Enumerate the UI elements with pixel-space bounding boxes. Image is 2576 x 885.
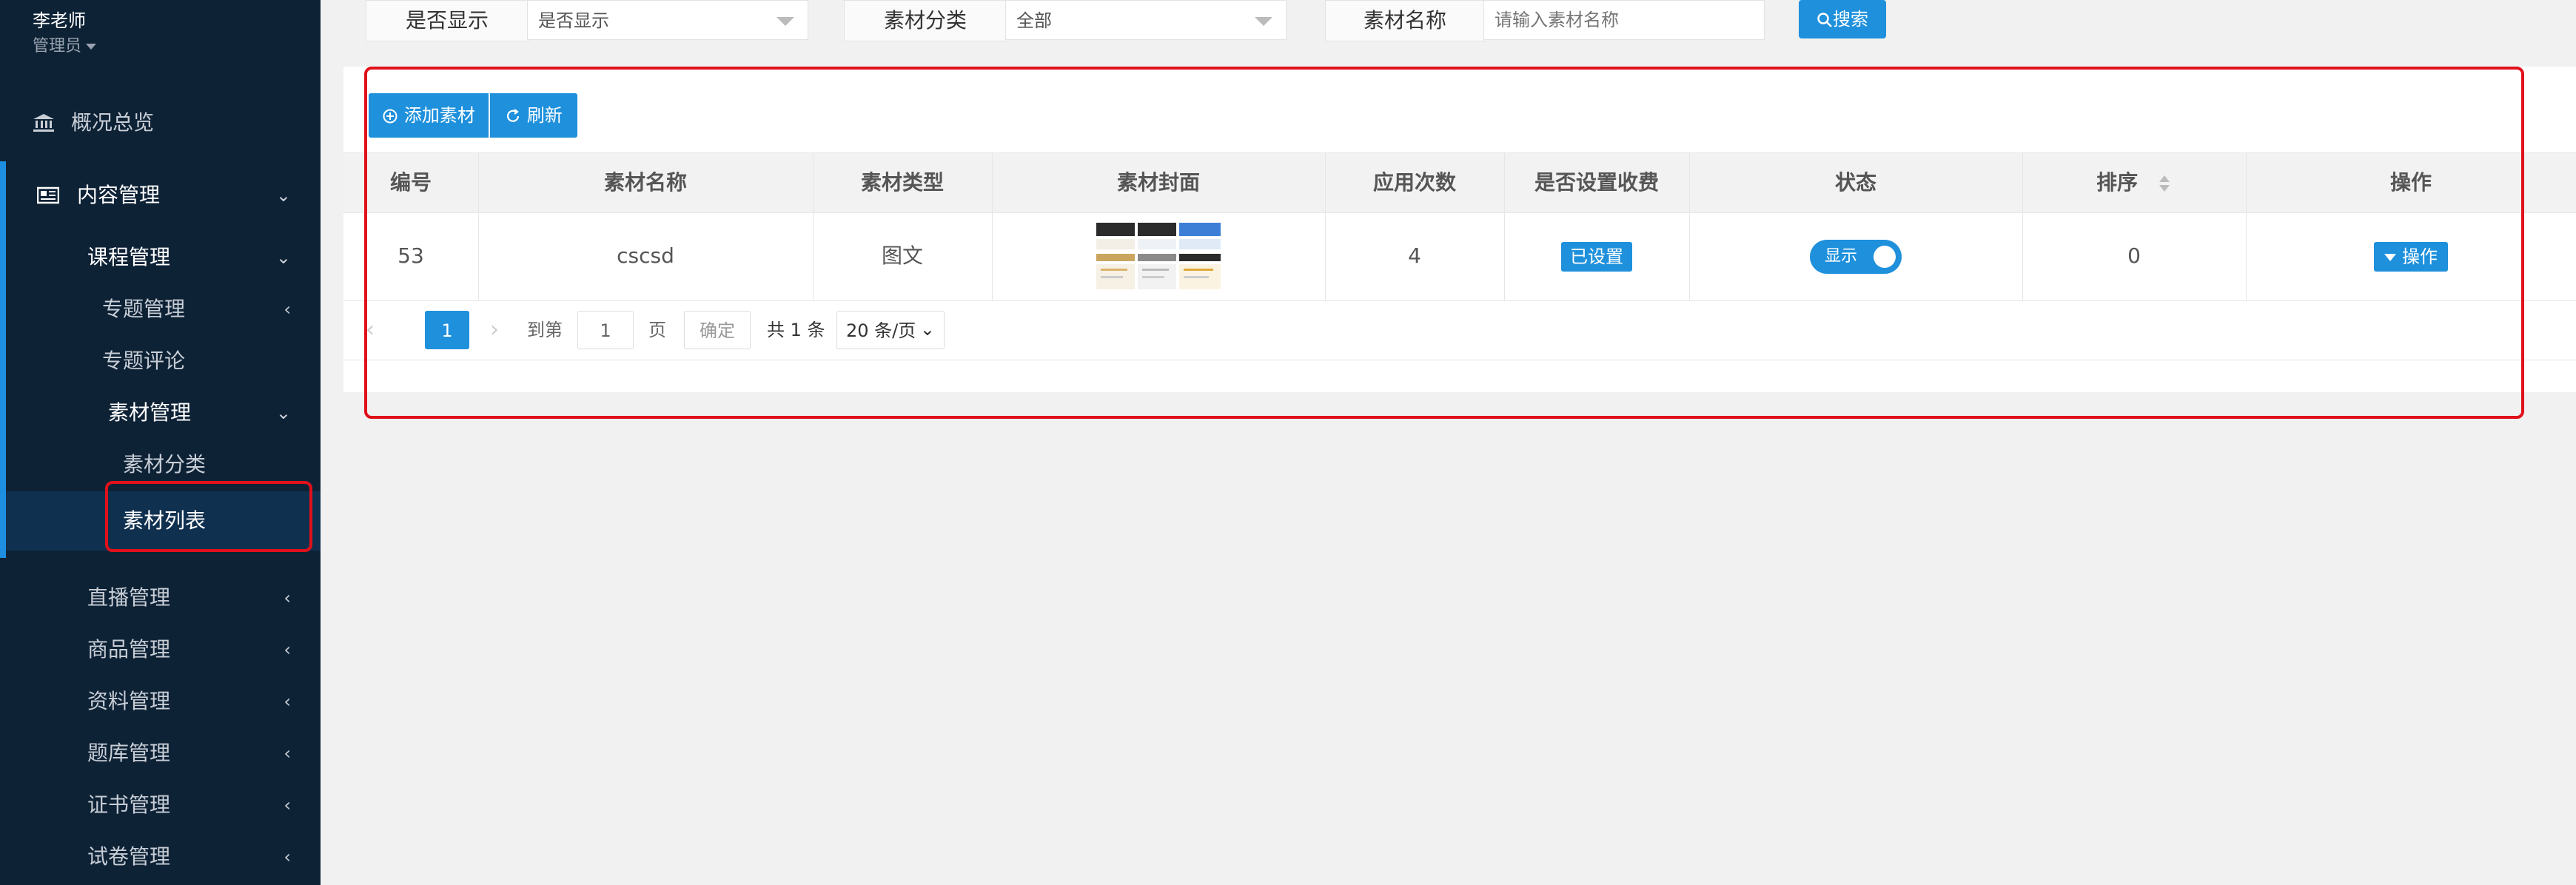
sidebar-item-exams[interactable]: 试卷管理 ‹: [0, 835, 321, 879]
chevron-left-icon: ‹: [284, 639, 291, 660]
sidebar-item-label: 题库管理: [87, 741, 171, 765]
sidebar-item-overview[interactable]: 概况总览: [0, 101, 321, 145]
dropdown-arrow-icon: [1255, 17, 1272, 26]
sidebar-item-label: 素材分类: [123, 452, 207, 477]
sidebar-item-course[interactable]: 课程管理 ⌄: [0, 235, 321, 280]
user-role-label: 管理员: [33, 37, 82, 55]
sidebar-item-products[interactable]: 商品管理 ‹: [0, 627, 321, 672]
sidebar-item-label: 课程管理: [87, 245, 171, 269]
sidebar-item-material-categories[interactable]: 素材分类: [0, 442, 321, 487]
search-button[interactable]: 搜索: [1799, 0, 1886, 38]
chevron-left-icon: ‹: [284, 588, 291, 608]
category-filter-value: 全部: [1016, 10, 1052, 31]
sidebar-item-label: 证书管理: [87, 793, 171, 817]
sidebar: 李老师 管理员 概况总览 内容管理 ⌄ 课程管理 ⌄ 专题管理 ‹ 专题评论 素…: [0, 0, 321, 885]
sidebar-item-topics[interactable]: 专题管理 ‹: [0, 287, 321, 332]
selected-item-indicator: [0, 491, 6, 558]
sidebar-item-label: 内容管理: [77, 183, 161, 207]
sidebar-item-label: 商品管理: [87, 637, 171, 662]
chevron-left-icon: ‹: [284, 795, 291, 815]
sidebar-item-materials[interactable]: 素材管理 ⌄: [0, 391, 321, 435]
sidebar-item-label: 素材管理: [108, 400, 192, 425]
search-icon: [1817, 13, 1832, 27]
sidebar-item-label: 专题管理: [102, 297, 186, 321]
chevron-left-icon: ‹: [284, 299, 291, 320]
chevron-left-icon: ‹: [284, 691, 291, 712]
name-filter-label: 素材名称: [1325, 0, 1485, 41]
chevron-down-icon: ⌄: [275, 403, 291, 423]
bank-icon: [33, 114, 54, 132]
sidebar-item-content[interactable]: 内容管理 ⌄: [0, 173, 321, 218]
material-name-input[interactable]: [1483, 0, 1765, 40]
chevron-down-icon: ⌄: [275, 247, 291, 268]
user-name: 李老师: [33, 10, 86, 31]
sidebar-item-topic-comments[interactable]: 专题评论: [0, 339, 321, 383]
sidebar-item-live[interactable]: 直播管理 ‹: [0, 576, 321, 620]
display-filter-select[interactable]: 是否显示: [527, 0, 808, 40]
chevron-down-icon: ⌄: [275, 185, 291, 206]
sidebar-item-label: 资料管理: [87, 689, 171, 713]
sidebar-item-label: 概况总览: [71, 110, 155, 135]
display-filter-label: 是否显示: [366, 0, 529, 41]
highlight-box-material-table: [364, 67, 2524, 419]
sidebar-item-question-bank[interactable]: 题库管理 ‹: [0, 731, 321, 775]
dropdown-arrow-icon: [777, 17, 794, 26]
chevron-left-icon: ‹: [284, 743, 291, 764]
newspaper-icon: [37, 186, 59, 204]
chevron-left-icon: ‹: [284, 847, 291, 867]
display-filter-value: 是否显示: [538, 10, 609, 31]
search-button-label: 搜索: [1833, 9, 1868, 30]
sidebar-item-label: 专题评论: [102, 349, 186, 373]
sidebar-item-label: 直播管理: [87, 585, 171, 610]
caret-down-icon: [86, 44, 97, 50]
user-role-dropdown[interactable]: 管理员: [33, 33, 97, 56]
category-filter-label: 素材分类: [844, 0, 1007, 41]
sidebar-item-label: 试卷管理: [87, 844, 171, 869]
sidebar-item-certificates[interactable]: 证书管理 ‹: [0, 783, 321, 827]
category-filter-select[interactable]: 全部: [1005, 0, 1287, 40]
sidebar-item-resources[interactable]: 资料管理 ‹: [0, 679, 321, 724]
highlight-box-material-list: [105, 481, 312, 552]
